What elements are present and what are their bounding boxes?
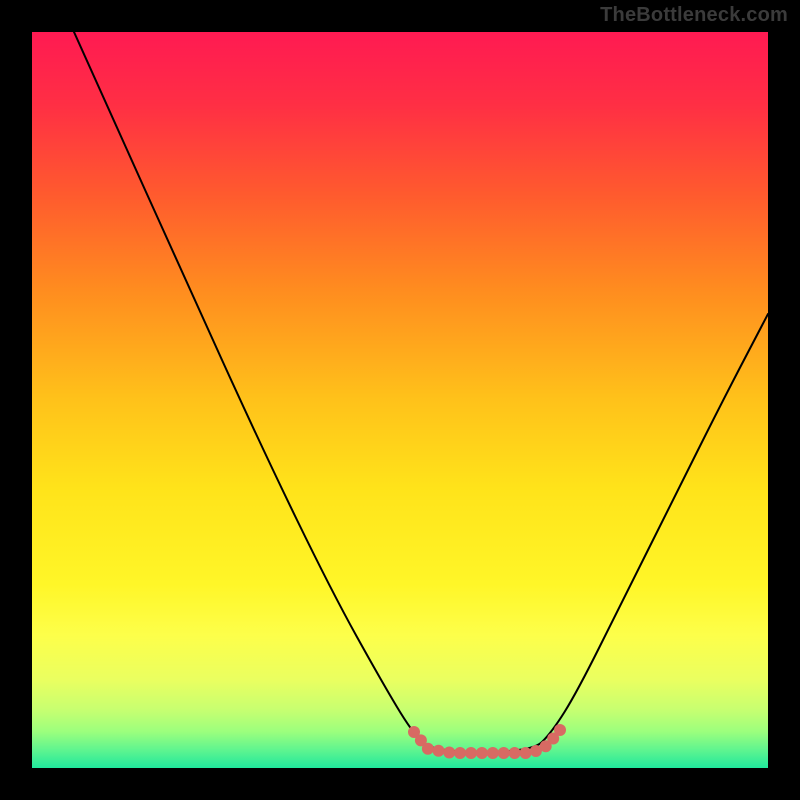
highlight-dot [509, 747, 521, 759]
chart-frame: TheBottleneck.com [0, 0, 800, 800]
highlight-dot [520, 747, 532, 759]
chart-svg [32, 32, 768, 768]
highlight-dot [487, 747, 499, 759]
heat-background [32, 32, 768, 768]
highlight-dot [476, 747, 488, 759]
plot-area [32, 32, 768, 768]
highlight-dot [443, 747, 455, 759]
highlight-dot [454, 747, 466, 759]
watermark-text: TheBottleneck.com [600, 4, 788, 27]
highlight-dot [498, 747, 510, 759]
highlight-dot [554, 724, 566, 736]
highlight-dot [433, 745, 445, 757]
highlight-dot [422, 743, 434, 755]
highlight-dot [465, 747, 477, 759]
